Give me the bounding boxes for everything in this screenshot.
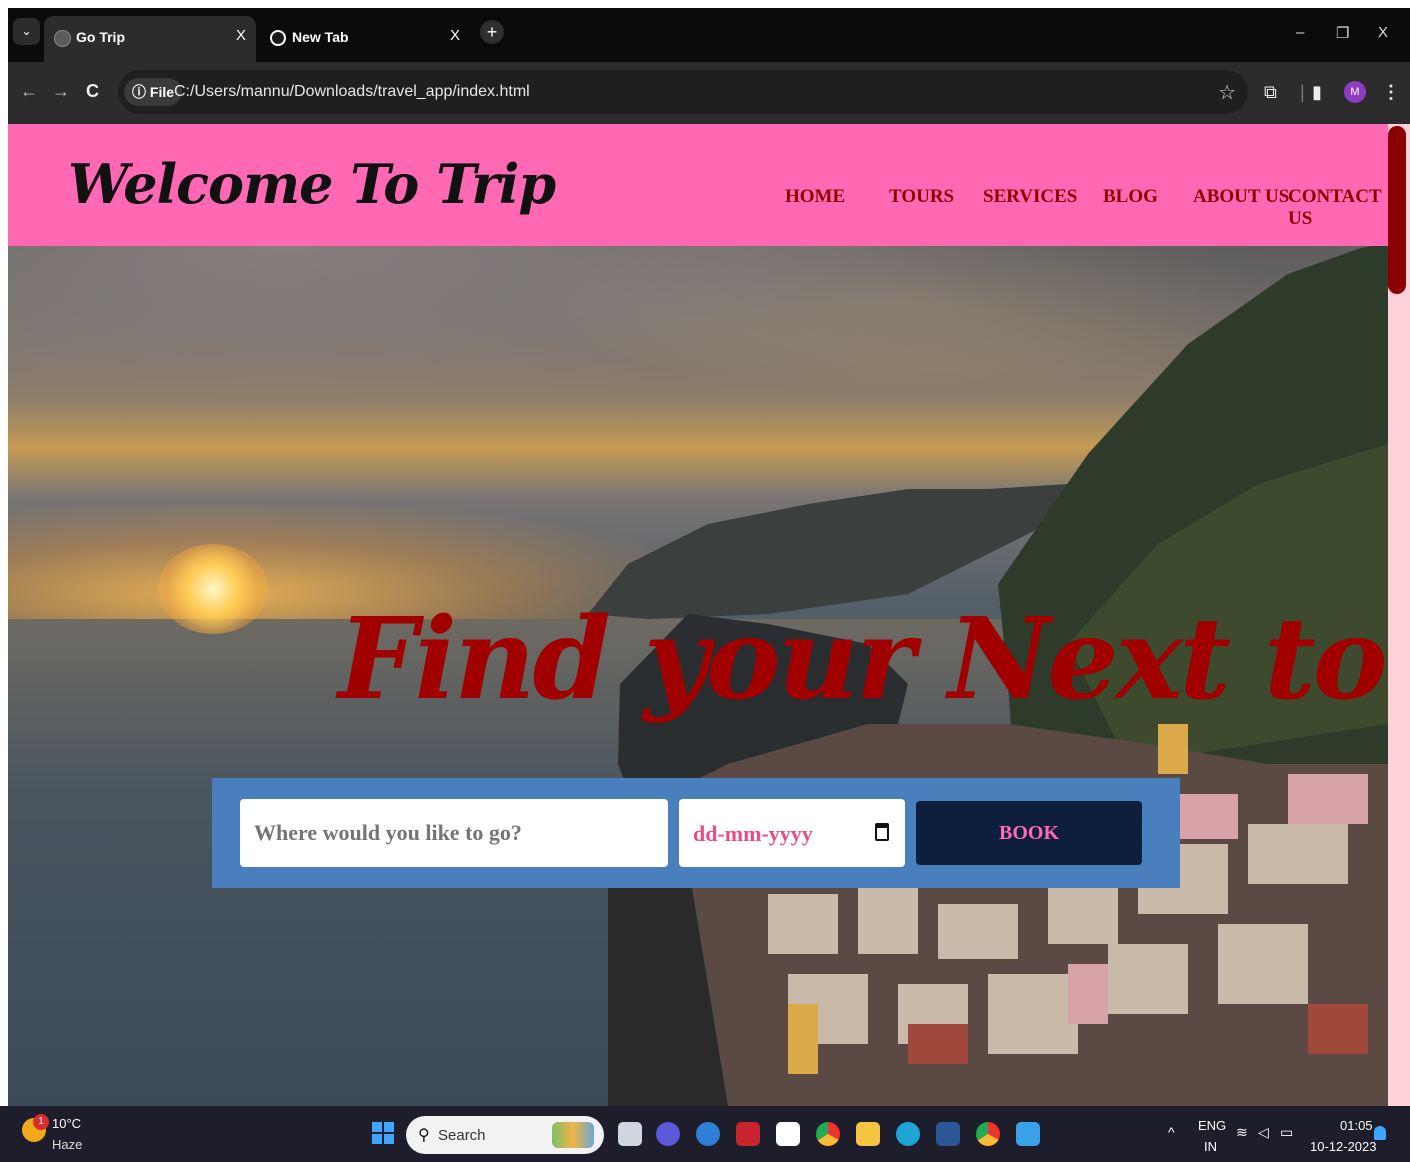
battery-icon[interactable]: ▭ [1280, 1124, 1293, 1141]
nav-blog[interactable]: BLOG [1103, 186, 1158, 208]
address-bar[interactable]: ⓘ File C:/Users/mannu/Downloads/travel_a… [118, 70, 1248, 114]
chrome-icon [270, 30, 286, 46]
destination-input[interactable] [240, 799, 668, 867]
wifi-icon[interactable]: ≋ [1236, 1124, 1248, 1141]
booking-bar: dd-mm-yyyy BOOK [212, 778, 1180, 888]
bookmark-star-icon[interactable]: ☆ [1218, 80, 1236, 105]
tab-go-trip[interactable]: Go Trip X [44, 16, 256, 62]
globe-icon [54, 30, 71, 47]
notification-bell-icon[interactable] [1374, 1126, 1386, 1140]
region-code[interactable]: IN [1204, 1139, 1217, 1154]
clock-time[interactable]: 01:05 [1340, 1118, 1373, 1133]
windows-start-icon[interactable] [372, 1122, 394, 1144]
hero-headline: Find your Next tour! [338, 594, 1388, 725]
microsoft-store-icon[interactable] [776, 1122, 800, 1146]
volume-icon[interactable]: ◁ [1258, 1124, 1269, 1141]
tab-new-tab[interactable]: New Tab X [260, 16, 470, 62]
calendar-icon[interactable] [875, 823, 889, 841]
help-icon[interactable] [696, 1122, 720, 1146]
restore-button[interactable]: ❐ [1336, 24, 1349, 42]
new-tab-button[interactable]: + [480, 20, 504, 44]
side-panel-icon[interactable]: ▮ [1312, 82, 1322, 103]
book-button[interactable]: BOOK [916, 801, 1142, 865]
tab-title: Go Trip [76, 29, 125, 45]
weather-description[interactable]: Haze [52, 1137, 82, 1152]
back-button[interactable]: ← [20, 81, 38, 102]
tab-close-button[interactable]: X [450, 27, 460, 44]
site-header: Welcome To Trip HOME TOURS SERVICES BLOG… [8, 124, 1388, 246]
tab-search-button[interactable]: ⌄ [13, 18, 40, 45]
nav-about-us[interactable]: ABOUT US [1193, 186, 1289, 208]
forward-button[interactable]: → [52, 81, 70, 102]
mcafee-icon[interactable] [736, 1122, 760, 1146]
clock-date[interactable]: 10-12-2023 [1310, 1139, 1377, 1154]
site-logo[interactable]: Welcome To Trip [68, 152, 556, 216]
taskbar: 1 10°C Haze ⚲ Search ^ ENG IN ≋ ◁ ▭ 01:0… [0, 1106, 1410, 1162]
chrome-profile-icon[interactable] [976, 1122, 1000, 1146]
toolbar-divider: | [1300, 82, 1305, 102]
date-input[interactable]: dd-mm-yyyy [679, 799, 905, 867]
menu-kebab-icon[interactable]: ⋮ [1382, 82, 1400, 103]
search-highlight-icon [552, 1122, 594, 1148]
task-view-icon[interactable] [618, 1122, 642, 1146]
weather-badge: 1 [33, 1114, 49, 1130]
nav-tours[interactable]: TOURS [889, 186, 954, 208]
reload-button[interactable]: C [86, 81, 99, 102]
file-explorer-icon[interactable] [856, 1122, 880, 1146]
tray-chevron-icon[interactable]: ^ [1168, 1124, 1175, 1140]
edge-icon[interactable] [896, 1122, 920, 1146]
page-viewport: Welcome To Trip HOME TOURS SERVICES BLOG… [8, 124, 1388, 1106]
taskbar-search[interactable]: ⚲ Search [406, 1116, 604, 1154]
language-code[interactable]: ENG [1198, 1118, 1226, 1133]
tab-close-button[interactable]: X [236, 27, 246, 44]
tab-title: New Tab [292, 29, 349, 45]
minimize-button[interactable]: – [1296, 24, 1304, 41]
weather-temperature[interactable]: 10°C [52, 1116, 81, 1131]
browser-toolbar: ← → C ⓘ File C:/Users/mannu/Downloads/tr… [8, 62, 1410, 124]
chrome-icon[interactable] [816, 1122, 840, 1146]
date-placeholder: dd-mm-yyyy [693, 821, 813, 846]
window-close-button[interactable]: X [1378, 24, 1388, 41]
search-icon: ⚲ [418, 1127, 430, 1144]
search-placeholder: Search [438, 1127, 486, 1144]
teams-chat-icon[interactable] [656, 1122, 680, 1146]
notepad-icon[interactable] [1016, 1122, 1040, 1146]
profile-avatar[interactable]: M [1344, 81, 1366, 103]
browser-tab-strip: ⌄ Go Trip X New Tab X + – ❐ X [8, 8, 1410, 62]
word-icon[interactable] [936, 1122, 960, 1146]
url-text[interactable]: C:/Users/mannu/Downloads/travel_app/inde… [174, 83, 530, 101]
nav-services[interactable]: SERVICES [983, 186, 1077, 208]
page-scrollbar[interactable] [1388, 124, 1410, 1106]
extensions-icon[interactable]: ⧉ [1264, 82, 1277, 103]
scrollbar-thumb[interactable] [1388, 126, 1406, 294]
nav-contact-us[interactable]: CONTACT US [1288, 186, 1388, 230]
nav-home[interactable]: HOME [785, 186, 845, 208]
